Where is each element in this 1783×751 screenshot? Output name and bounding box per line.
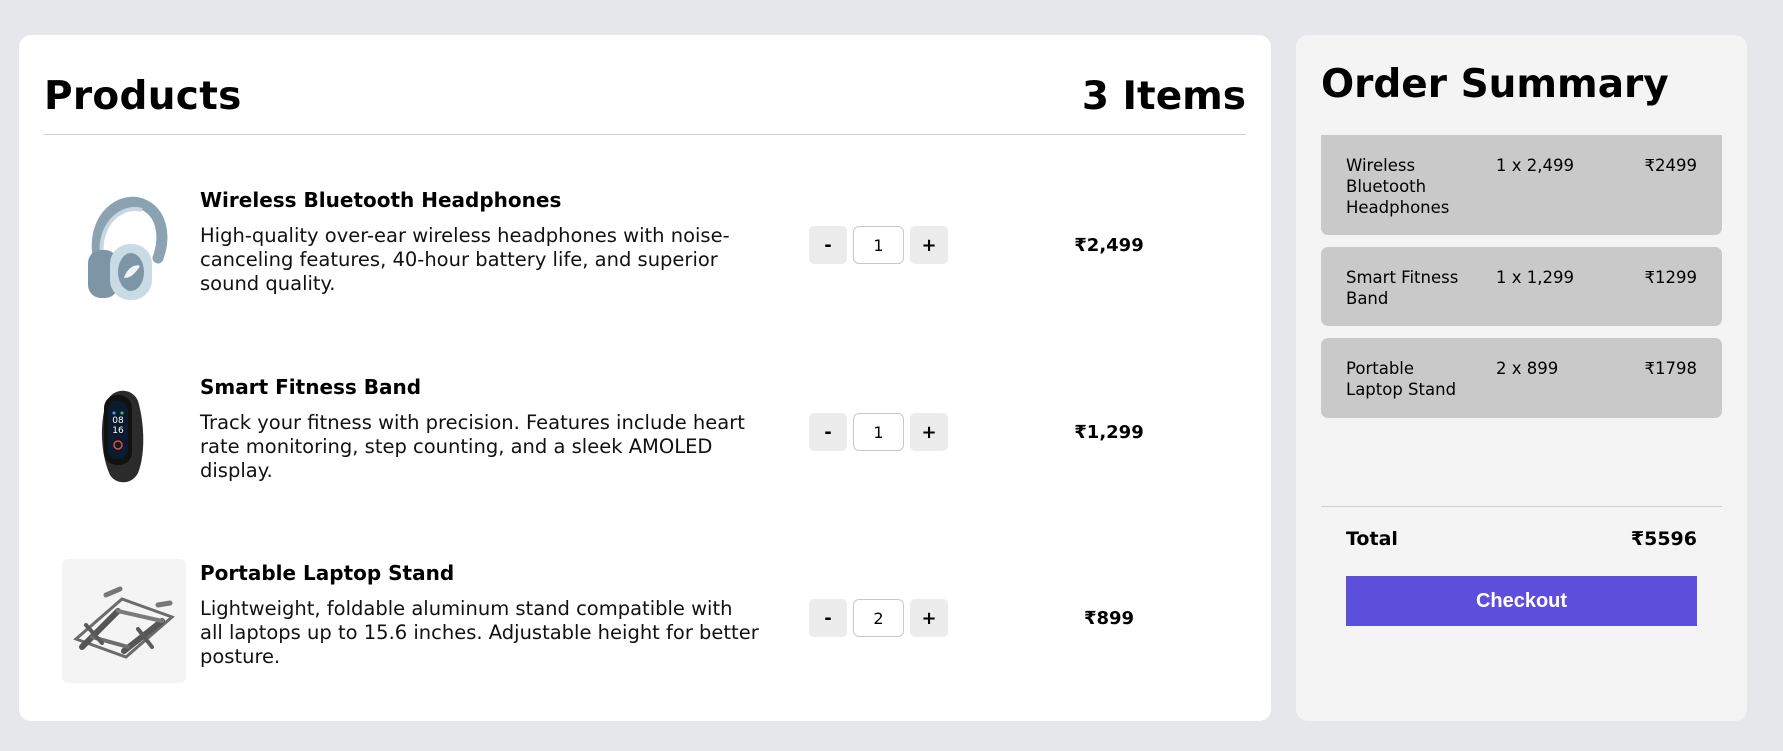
quantity-input[interactable] [853, 226, 904, 264]
summary-item-name: Smart Fitness Band [1346, 268, 1459, 308]
product-name: Smart Fitness Band [200, 375, 422, 399]
fitness-band-image: 08 16 [62, 373, 186, 497]
summary-line-item: Smart Fitness Band 1 x 1,299 ₹1299 [1321, 247, 1722, 326]
product-row: 08 16 Smart Fitness Band Track your fitn… [44, 373, 1246, 493]
quantity-stepper: - + [809, 413, 948, 451]
product-description: Track your fitness with precision. Featu… [200, 411, 745, 482]
summary-divider [1321, 506, 1722, 507]
summary-item-amount: ₹1798 [1644, 359, 1698, 378]
svg-text:16: 16 [112, 426, 124, 436]
products-panel: Products 3 Items Wireless Bluetooth Head… [19, 35, 1271, 721]
summary-item-qty: 1 x 2,499 [1496, 156, 1574, 175]
product-name: Wireless Bluetooth Headphones [200, 188, 562, 212]
summary-line-item: Portable Laptop Stand 2 x 899 ₹1798 [1321, 338, 1722, 418]
product-info: Portable Laptop Stand Lightweight, folda… [200, 561, 760, 669]
increment-button[interactable]: + [910, 599, 948, 637]
product-price: ₹1,299 [1074, 421, 1144, 443]
product-info: Smart Fitness Band Track your fitness wi… [200, 375, 760, 483]
headphones-image [62, 186, 186, 310]
product-row: Portable Laptop Stand Lightweight, folda… [44, 559, 1246, 683]
product-description: Lightweight, foldable aluminum stand com… [200, 597, 759, 668]
summary-item-qty: 2 x 899 [1496, 359, 1559, 378]
summary-item-amount: ₹2499 [1644, 156, 1698, 175]
product-info: Wireless Bluetooth Headphones High-quali… [200, 188, 760, 296]
total-label: Total [1346, 528, 1398, 550]
product-row: Wireless Bluetooth Headphones High-quali… [44, 186, 1246, 306]
product-name: Portable Laptop Stand [200, 561, 455, 585]
decrement-button[interactable]: - [809, 413, 847, 451]
quantity-stepper: - + [809, 599, 948, 637]
total-value: ₹5596 [1630, 528, 1697, 550]
decrement-button[interactable]: - [809, 226, 847, 264]
increment-button[interactable]: + [910, 413, 948, 451]
decrement-button[interactable]: - [809, 599, 847, 637]
order-summary-title: Order Summary [1321, 62, 1669, 107]
products-header: Products 3 Items [44, 59, 1246, 135]
quantity-input[interactable] [853, 413, 904, 451]
summary-item-amount: ₹1299 [1644, 268, 1698, 287]
product-price: ₹2,499 [1074, 234, 1144, 256]
svg-text:08: 08 [112, 416, 124, 426]
checkout-button[interactable]: Checkout [1346, 576, 1697, 626]
summary-line-item: Wireless Bluetooth Headphones 1 x 2,499 … [1321, 135, 1722, 235]
laptop-stand-image [62, 559, 186, 683]
quantity-stepper: - + [809, 226, 948, 264]
increment-button[interactable]: + [910, 226, 948, 264]
items-count: 3 Items [1081, 74, 1246, 119]
summary-item-name: Portable Laptop Stand [1346, 359, 1457, 399]
quantity-input[interactable] [853, 599, 904, 637]
product-description: High-quality over-ear wireless headphone… [200, 224, 730, 295]
summary-item-name: Wireless Bluetooth Headphones [1346, 156, 1450, 217]
products-title: Products [44, 74, 242, 119]
summary-item-qty: 1 x 1,299 [1496, 268, 1574, 287]
order-summary-panel: Order Summary Wireless Bluetooth Headpho… [1296, 35, 1747, 721]
product-price: ₹899 [1083, 607, 1135, 629]
